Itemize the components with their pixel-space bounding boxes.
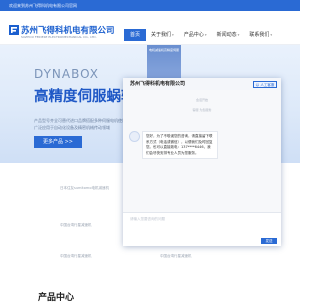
human-service-label: 人工客服 xyxy=(260,83,275,87)
nav-label: 关于我们 xyxy=(151,32,172,38)
nav-label: 首页 xyxy=(130,32,141,38)
nav-item-home[interactable]: 首页 xyxy=(124,29,147,41)
hero-brand-en: DYNABOX xyxy=(34,67,100,81)
send-button[interactable]: 发送 xyxy=(261,238,277,244)
chat-input-placeholder: 请输入您要咨询的问题 xyxy=(130,217,165,221)
main-nav: 首页 关于我们 ▾ 产品中心 ▾ 新闻动态 ▾ 联系我们 ▾ xyxy=(124,29,277,41)
product-item[interactable]: 中国台湾行星减速机 xyxy=(60,223,92,228)
product-item[interactable]: 日本住友sumitomo电机减速机 xyxy=(60,186,109,191)
nav-item-about[interactable]: 关于我们 ▾ xyxy=(146,29,179,41)
nav-label: 新闻动态 xyxy=(216,32,237,38)
chat-title: 苏州飞得科机电有限公司 xyxy=(130,81,186,87)
product-item[interactable]: 中国台湾行星减速机 xyxy=(60,254,92,259)
nav-label: 联系我们 xyxy=(249,32,270,38)
welcome-text: 欢迎来到苏州飞得科机电有限公司官网 xyxy=(9,3,77,8)
agent-avatar xyxy=(129,131,140,142)
chevron-down-icon: ▾ xyxy=(172,33,174,37)
nav-item-contact[interactable]: 联系我们 ▾ xyxy=(244,29,277,41)
nav-item-news[interactable]: 新闻动态 ▾ xyxy=(212,29,245,41)
site-header: 苏州飞得科机电有限公司 SUZHOU FEIDEKE ELECTROMECHAN… xyxy=(0,11,300,45)
more-products-button[interactable]: 更多产品 >> xyxy=(34,136,82,148)
system-message: 会话开始 xyxy=(195,98,208,102)
chat-window: 苏州飞得科机电有限公司 ☺ 人工客服 会话开始 客服 为您服务 您好，为了不耽误… xyxy=(123,78,281,246)
nav-item-products[interactable]: 产品中心 ▾ xyxy=(179,29,212,41)
chevron-down-icon: ▾ xyxy=(237,33,240,37)
product-item[interactable]: 中国台湾行星减速机 xyxy=(160,254,192,259)
top-welcome-bar: 欢迎来到苏州飞得科机电有限公司官网 xyxy=(0,0,300,11)
hero-desc-2: 广泛应用于自动化设备及精密机械传动领域 xyxy=(34,125,110,130)
nav-label: 产品中心 xyxy=(183,32,204,38)
section-title: 产品中心 xyxy=(38,293,75,303)
agent-message: 您好，为了不耽误您的咨询，请直接留下联系方式（电话或微信），以便我们及时回复您。… xyxy=(142,131,218,159)
chat-input-area[interactable]: 请输入您要咨询的问题 发送 xyxy=(123,212,281,246)
company-logo-icon xyxy=(9,25,19,35)
chevron-down-icon: ▾ xyxy=(204,33,207,37)
hero-desc-1: 产品型号齐全可替代进口品牌搭配多种伺服电机使用 xyxy=(34,118,126,123)
chat-messages: 会话开始 客服 为您服务 您好，为了不耽误您的咨询，请直接留下联系方式（电话或微… xyxy=(123,90,281,212)
chevron-down-icon: ▾ xyxy=(270,33,273,37)
brand-name-en: SUZHOU FEIDEKE ELECTROMECHANICAL CO., LT… xyxy=(21,35,97,39)
person-icon: ☺ xyxy=(255,83,260,87)
hero-product-panel: 电机减速机高精度伺服 xyxy=(147,45,181,81)
human-service-button[interactable]: ☺ 人工客服 xyxy=(253,81,277,88)
system-message: 客服 为您服务 xyxy=(192,108,212,112)
